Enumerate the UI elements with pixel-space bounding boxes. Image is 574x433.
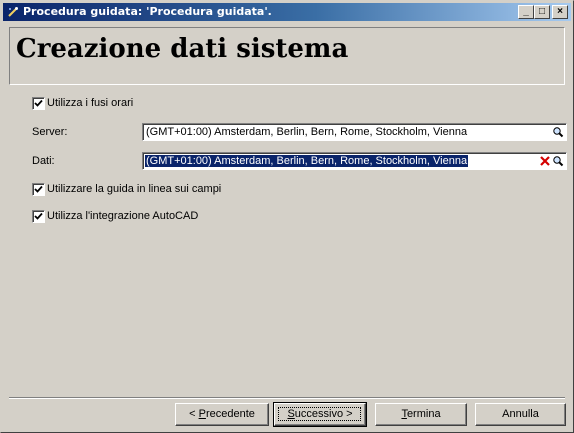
checkmark-icon	[34, 99, 43, 107]
wizard-window: Procedura guidata: 'Procedura guidata'. …	[0, 0, 574, 433]
next-button[interactable]: Successivo >	[273, 402, 367, 427]
wizard-icon	[8, 7, 18, 17]
use-timezones-checkbox[interactable]	[32, 97, 45, 110]
checkmark-icon	[34, 212, 43, 220]
minimize-button[interactable]: _	[518, 5, 534, 19]
previous-label-post: recedente	[205, 408, 255, 420]
finish-label-post: ermina	[406, 408, 441, 420]
close-icon: ×	[557, 6, 563, 17]
maximize-icon: □	[538, 6, 546, 17]
search-icon[interactable]	[552, 126, 564, 138]
previous-accel: P	[198, 408, 206, 420]
finish-button[interactable]: Termina	[375, 403, 467, 426]
title-bar[interactable]: Procedura guidata: 'Procedura guidata'. …	[3, 3, 571, 21]
window-title: Procedura guidata: 'Procedura guidata'.	[23, 5, 272, 18]
close-button[interactable]: ×	[552, 5, 568, 19]
online-help-checkbox[interactable]	[32, 183, 45, 196]
autocad-label[interactable]: Utilizza l'integrazione AutoCAD	[47, 210, 198, 222]
page-title: Creazione dati sistema	[16, 34, 349, 64]
previous-label-pre: <	[189, 408, 199, 420]
server-timezone-value: (GMT+01:00) Amsterdam, Berlin, Bern, Rom…	[146, 126, 468, 138]
checkmark-icon	[34, 185, 43, 193]
data-timezone-value: (GMT+01:00) Amsterdam, Berlin, Bern, Rom…	[145, 155, 469, 167]
footer-separator	[9, 397, 565, 399]
maximize-button[interactable]: □	[534, 5, 550, 19]
server-timezone-field[interactable]: (GMT+01:00) Amsterdam, Berlin, Bern, Rom…	[142, 123, 567, 141]
focus-ring	[278, 407, 361, 421]
data-timezone-field[interactable]: (GMT+01:00) Amsterdam, Berlin, Bern, Rom…	[142, 152, 567, 170]
search-icon[interactable]	[552, 155, 564, 167]
autocad-checkbox[interactable]	[32, 210, 45, 223]
cancel-button[interactable]: Annulla	[475, 403, 566, 426]
minimize-icon: _	[523, 6, 529, 17]
cancel-label: Annulla	[502, 408, 539, 420]
header-panel: Creazione dati sistema	[9, 27, 565, 85]
use-timezones-label[interactable]: Utilizza i fusi orari	[47, 97, 133, 109]
server-label: Server:	[32, 126, 68, 138]
previous-button[interactable]: < Precedente	[175, 403, 269, 426]
clear-icon[interactable]	[539, 155, 551, 167]
data-label: Dati:	[32, 155, 55, 167]
online-help-label[interactable]: Utilizzare la guida in linea sui campi	[47, 183, 221, 195]
